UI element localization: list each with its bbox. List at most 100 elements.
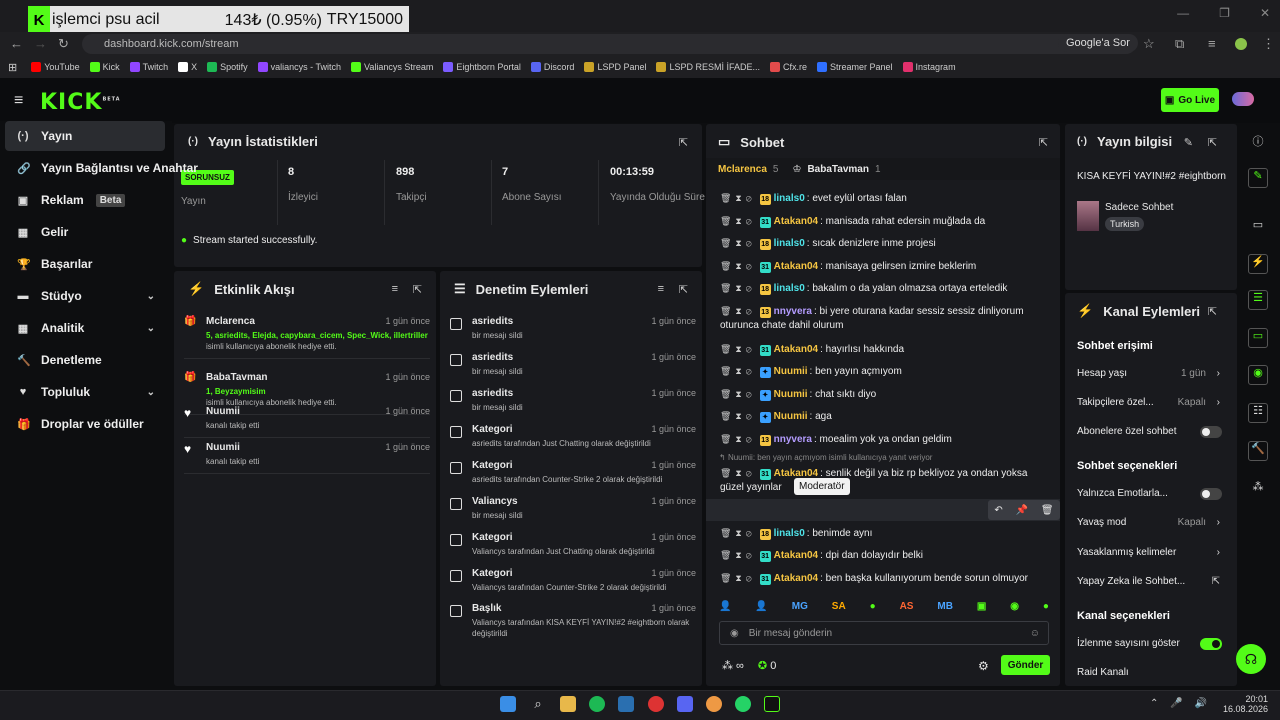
popout-icon[interactable]: ⇱ <box>413 283 422 296</box>
emote-icon[interactable]: MB <box>937 601 953 612</box>
bookmark-item[interactable]: Instagram <box>902 62 956 72</box>
chevron-down-icon[interactable]: ⌄ <box>147 291 155 302</box>
sidebar-item[interactable]: 🏆 Başarılar <box>5 249 165 279</box>
delete-icon[interactable]: 🗑 <box>1041 505 1054 516</box>
go-live-button[interactable]: ▣ Go Live <box>1161 88 1219 112</box>
ai-chat-setting[interactable]: Yapay Zeka ile Sohbet... ⇱ <box>1077 576 1222 587</box>
menu-list-icon[interactable]: ≡ <box>1208 36 1216 51</box>
show-views-toggle[interactable] <box>1200 637 1222 650</box>
community-icon[interactable]: ⁂ <box>1248 480 1268 500</box>
list-icon[interactable]: ☰ <box>1248 290 1268 310</box>
chat-username[interactable]: Atakan04 <box>774 344 818 355</box>
chevron-down-icon[interactable]: ⌄ <box>147 323 155 334</box>
broadcast-icon[interactable]: ◉ <box>1248 365 1268 385</box>
chat-username[interactable]: Atakan04 <box>774 261 818 272</box>
more-icon[interactable]: ⋮ <box>1262 36 1275 52</box>
search-icon[interactable]: ⌕ <box>530 696 546 712</box>
bookmark-item[interactable]: Streamer Panel <box>817 62 893 72</box>
chat-message[interactable]: 🗑⧗⊘ 13 nnyvera: bi yere oturana kadar sess… <box>720 304 1050 333</box>
popout-icon[interactable]: ⇱ <box>679 136 688 149</box>
star-icon[interactable]: ☆ <box>1143 36 1155 52</box>
emote-icon[interactable]: AS <box>900 601 914 612</box>
bookmark-item[interactable]: X <box>178 62 197 72</box>
maximize-icon[interactable]: ❐ <box>1219 6 1230 20</box>
chrome-icon[interactable] <box>706 696 722 712</box>
emote-icon[interactable]: ▣ <box>977 601 986 612</box>
chat-message[interactable]: 🗑⧗⊘ 18 linals0: bakalım o da yalan olmazsa… <box>720 281 1050 296</box>
chat-message[interactable]: 🗑⧗⊘ 31 Atakan04: manisada rahat edersin mu… <box>720 214 1050 229</box>
chat-username[interactable]: linals0 <box>774 193 805 204</box>
chat-username[interactable]: Nuumii <box>774 411 808 422</box>
discord-icon[interactable] <box>677 696 693 712</box>
category-name[interactable]: Sadece Sohbet <box>1105 202 1173 213</box>
whatsapp-icon[interactable] <box>735 696 751 712</box>
chat-message[interactable]: 🗑⧗⊘ 31 Atakan04: dpi dan dolayıdır belki <box>720 548 1050 563</box>
chat-bubble-icon[interactable]: ▭ <box>1248 328 1268 348</box>
popout-icon[interactable]: ⇱ <box>1039 136 1048 149</box>
start-button-icon[interactable] <box>500 696 516 712</box>
emoji-icon[interactable]: ☺ <box>1030 628 1040 639</box>
emote-icon[interactable]: 👤 <box>719 601 731 612</box>
chevron-down-icon[interactable]: ⌄ <box>147 387 155 398</box>
banned-words-setting[interactable]: Yasaklanmış kelimeler › <box>1077 547 1222 558</box>
kick-app-icon[interactable] <box>764 696 780 712</box>
slow-mode-setting[interactable]: Yavaş mod Kapalı › <box>1077 517 1222 528</box>
chat-message[interactable]: 🗑⧗⊘ 18 linals0: sıcak denizlere inme proje… <box>720 236 1050 251</box>
bookmark-item[interactable]: Kick <box>89 62 120 72</box>
chat-message[interactable]: 🗑⧗⊘ ✦ Nuumii: chat sıktı diyo <box>720 387 1050 402</box>
sidebar-item[interactable]: ▣ Reklam Beta <box>5 185 165 215</box>
sidebar-item[interactable]: ▦ Gelir <box>5 217 165 247</box>
mod-tools-icons[interactable]: 🗑⧗⊘ <box>720 434 756 444</box>
chat-username[interactable]: Nuumii <box>774 389 808 400</box>
bookmark-item[interactable]: Twitch <box>129 62 168 72</box>
mod-tools-icons[interactable]: 🗑⧗⊘ <box>720 550 756 560</box>
mod-tools-icons[interactable]: 🗑⧗⊘ <box>720 216 756 226</box>
subs-only-toggle[interactable] <box>1200 425 1222 438</box>
chat-username[interactable]: Nuumii <box>774 366 808 377</box>
mod-tools-icons[interactable]: 🗑⧗⊘ <box>720 306 756 316</box>
bookmark-item[interactable]: Cfx.re <box>770 62 807 72</box>
profile-avatar[interactable] <box>1235 38 1247 50</box>
bookmark-item[interactable]: YouTube <box>31 62 80 72</box>
sidebar-item[interactable]: 🔗 Yayın Bağlantısı ve Anahtar <box>5 153 198 183</box>
chat-input[interactable]: ◉ Bir mesaj gönderin ☺ <box>719 621 1049 645</box>
hammer-icon[interactable]: 🔨 <box>1248 441 1268 461</box>
sidebar-item[interactable]: (·) Yayın <box>5 121 165 151</box>
spotify-icon[interactable] <box>589 696 605 712</box>
chat-username[interactable]: Atakan04 <box>774 216 818 227</box>
emote-only-setting[interactable]: Yalnızca Emotlarla... <box>1077 487 1222 500</box>
bookmark-item[interactable]: valiancys - Twitch <box>257 62 341 72</box>
popout-icon[interactable]: ⇱ <box>1208 136 1217 149</box>
mod-tools-icons[interactable]: 🗑⧗⊘ <box>720 238 756 248</box>
recorder-icon[interactable] <box>648 696 664 712</box>
minimize-icon[interactable]: — <box>1177 6 1189 20</box>
followers-only-setting[interactable]: Takipçilere özel... Kapalı › <box>1077 397 1222 408</box>
chat-message[interactable]: 🗑⧗⊘ 31 Atakan04: senlik değil ya biz rp be… <box>720 466 1050 495</box>
extensions-icon[interactable]: ⧉ <box>1175 36 1184 52</box>
sidebar-item[interactable]: ▬ Stüdyo ⌄ <box>5 281 165 311</box>
chat-username[interactable]: nnyvera <box>774 434 812 445</box>
show-views-setting[interactable]: İzlenme sayısını göster <box>1077 637 1222 650</box>
chat-message[interactable]: 🗑⧗⊘ 13 nnyvera: moealim yok ya ondan geldi… <box>720 432 1050 447</box>
info-icon[interactable]: ⓘ <box>1248 133 1268 153</box>
send-button[interactable]: Gönder <box>1001 655 1050 675</box>
google-ask-button[interactable]: Google'a Sor <box>1058 34 1138 52</box>
chat-username[interactable]: linals0 <box>774 528 805 539</box>
steam-icon[interactable] <box>618 696 634 712</box>
mod-tools-icons[interactable]: 🗑⧗⊘ <box>720 344 756 354</box>
mod-tools-icons[interactable]: 🗑⧗⊘ <box>720 411 756 421</box>
mod-tools-icons[interactable]: 🗑⧗⊘ <box>720 573 756 583</box>
subs-only-setting[interactable]: Abonelere özel sohbet <box>1077 425 1222 438</box>
sidebar-item[interactable]: 🎁 Droplar ve ödüller <box>5 409 165 439</box>
mod-tools-icons[interactable]: 🗑⧗⊘ <box>720 366 756 376</box>
bookmark-item[interactable]: LSPD Panel <box>584 62 646 72</box>
points-display[interactable]: ✪ 0 <box>758 659 776 672</box>
chat-message[interactable]: 🗑⧗⊘ 31 Atakan04: ben başka kullanıyorum be… <box>720 571 1050 586</box>
chat-username[interactable]: Atakan04 <box>774 573 818 584</box>
mod-tools-icons[interactable]: 🗑⧗⊘ <box>720 283 756 293</box>
sidebar-item[interactable]: 🔨 Denetleme <box>5 345 165 375</box>
mod-tools-icons[interactable]: 🗑⧗⊘ <box>720 193 756 203</box>
chat-message[interactable]: 🗑⧗⊘ 18 linals0: evet eylül ortası falan <box>720 191 1050 206</box>
reply-icon[interactable]: ↶ <box>994 505 1002 516</box>
edit-pencil-icon[interactable]: ✎ <box>1248 168 1268 188</box>
